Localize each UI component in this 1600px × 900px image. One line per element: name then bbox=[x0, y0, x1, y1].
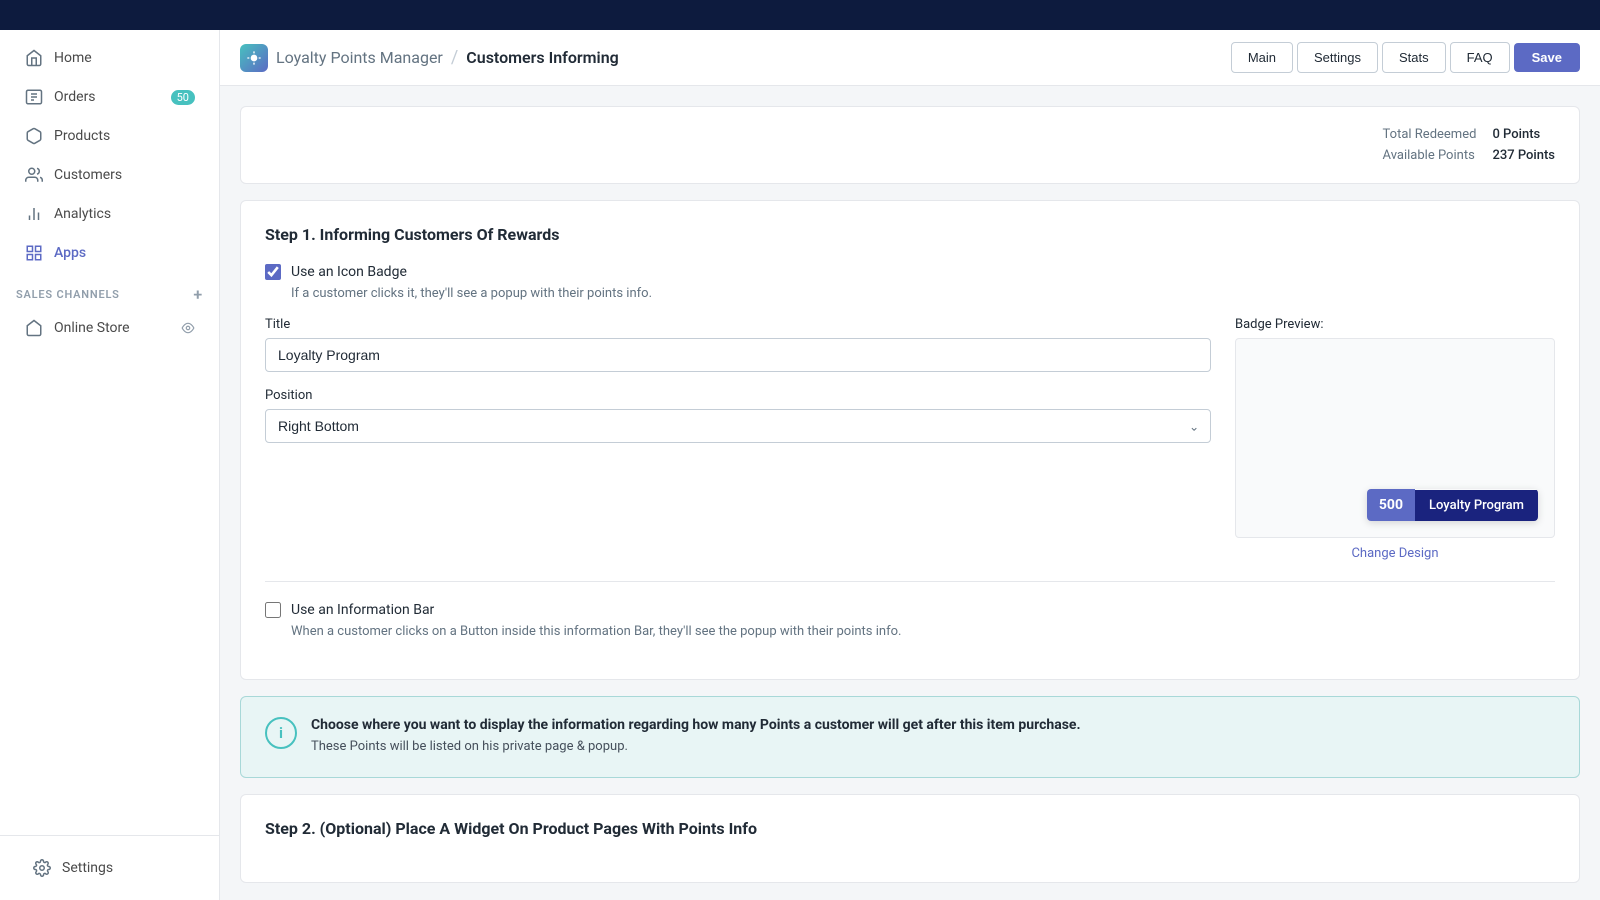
apps-icon bbox=[24, 243, 44, 263]
app-logo bbox=[240, 44, 268, 72]
sidebar-item-analytics[interactable]: Analytics bbox=[8, 195, 211, 233]
page-title: Customers Informing bbox=[466, 48, 618, 67]
online-store-eye-icon bbox=[181, 321, 195, 335]
customers-icon bbox=[24, 165, 44, 185]
sales-channels-header: SALES CHANNELS + bbox=[0, 273, 219, 308]
app-name: Loyalty Points Manager bbox=[276, 48, 443, 67]
settings-icon bbox=[32, 858, 52, 878]
sidebar-item-label-orders: Orders bbox=[54, 89, 96, 105]
badge-preview-label: Badge Preview: bbox=[1235, 317, 1555, 332]
position-label: Position bbox=[265, 388, 1211, 403]
info-bar-row: Use an Information Bar bbox=[265, 602, 1555, 618]
title-group: Title bbox=[265, 317, 1211, 372]
sidebar-item-settings[interactable]: Settings bbox=[16, 849, 203, 887]
sidebar-item-label-customers: Customers bbox=[54, 167, 122, 183]
orders-icon bbox=[24, 87, 44, 107]
sidebar-item-label-apps: Apps bbox=[54, 245, 86, 261]
home-icon bbox=[24, 48, 44, 68]
sidebar-item-orders[interactable]: Orders 50 bbox=[8, 78, 211, 116]
step2-card: Step 2. (Optional) Place A Widget On Pro… bbox=[240, 794, 1580, 883]
divider bbox=[265, 581, 1555, 582]
online-store-icon bbox=[24, 318, 44, 338]
title-label: Title bbox=[265, 317, 1211, 332]
badge-count: 500 bbox=[1367, 489, 1415, 521]
sidebar-footer: Settings bbox=[0, 835, 219, 900]
icon-badge-checkbox[interactable] bbox=[265, 264, 281, 280]
top-bar bbox=[0, 0, 1600, 30]
info-icon: i bbox=[265, 717, 297, 749]
info-main-text: Choose where you want to display the inf… bbox=[311, 717, 1081, 733]
sidebar-item-label-settings: Settings bbox=[62, 860, 113, 876]
info-text: Choose where you want to display the inf… bbox=[311, 717, 1081, 757]
badge-text: Loyalty Program bbox=[1415, 490, 1538, 521]
step2-title: Step 2. (Optional) Place A Widget On Pro… bbox=[265, 819, 1555, 838]
available-points-label: Available Points bbox=[1383, 148, 1477, 163]
sidebar: Home Orders 50 bbox=[0, 30, 220, 900]
sidebar-item-online-store[interactable]: Online Store bbox=[8, 309, 211, 347]
badge-widget: 500 Loyalty Program bbox=[1367, 489, 1538, 521]
info-bar-hint: When a customer clicks on a Button insid… bbox=[291, 624, 1555, 639]
position-select-wrapper: Right Bottom Left Bottom Right Top Left … bbox=[265, 409, 1211, 443]
app-header: Loyalty Points Manager / Customers Infor… bbox=[220, 30, 1600, 86]
total-redeemed-label: Total Redeemed bbox=[1383, 127, 1477, 142]
sidebar-item-home[interactable]: Home bbox=[8, 39, 211, 77]
info-sub-text: These Points will be listed on his priva… bbox=[311, 737, 1081, 757]
points-summary-inner: Total Redeemed 0 Points Available Points… bbox=[1383, 127, 1555, 163]
orders-badge: 50 bbox=[171, 90, 195, 105]
sidebar-item-label-home: Home bbox=[54, 50, 92, 66]
content-area: Total Redeemed 0 Points Available Points… bbox=[220, 86, 1600, 900]
tab-faq[interactable]: FAQ bbox=[1450, 42, 1510, 73]
points-summary-card: Total Redeemed 0 Points Available Points… bbox=[240, 106, 1580, 184]
available-points-value: 237 Points bbox=[1492, 148, 1555, 163]
title-input[interactable] bbox=[265, 338, 1211, 372]
info-banner: i Choose where you want to display the i… bbox=[240, 696, 1580, 778]
step1-title: Step 1. Informing Customers Of Rewards bbox=[265, 225, 1555, 244]
sidebar-item-customers[interactable]: Customers bbox=[8, 156, 211, 194]
sales-channels-label: SALES CHANNELS bbox=[16, 288, 120, 301]
tab-stats[interactable]: Stats bbox=[1382, 42, 1446, 73]
tab-main[interactable]: Main bbox=[1231, 42, 1293, 73]
change-design-link[interactable]: Change Design bbox=[1235, 546, 1555, 561]
products-icon bbox=[24, 126, 44, 146]
total-redeemed-value: 0 Points bbox=[1492, 127, 1555, 142]
badge-preview-section: Badge Preview: 500 Loyalty Program Chang… bbox=[1235, 317, 1555, 561]
sidebar-item-label-analytics: Analytics bbox=[54, 206, 111, 222]
info-bar-checkbox[interactable] bbox=[265, 602, 281, 618]
main-content: Loyalty Points Manager / Customers Infor… bbox=[220, 30, 1600, 900]
badge-preview-box: 500 Loyalty Program bbox=[1235, 338, 1555, 538]
app-header-left: Loyalty Points Manager / Customers Infor… bbox=[240, 44, 619, 72]
position-select[interactable]: Right Bottom Left Bottom Right Top Left … bbox=[265, 409, 1211, 443]
sidebar-item-apps[interactable]: Apps bbox=[8, 234, 211, 272]
position-group: Position Right Bottom Left Bottom Right … bbox=[265, 388, 1211, 443]
step1-card: Step 1. Informing Customers Of Rewards U… bbox=[240, 200, 1580, 680]
info-bar-label[interactable]: Use an Information Bar bbox=[291, 602, 434, 618]
breadcrumb-separator: / bbox=[451, 47, 458, 68]
badge-form: Title Position Right Bottom Left Bottom … bbox=[265, 317, 1211, 561]
icon-badge-label[interactable]: Use an Icon Badge bbox=[291, 264, 407, 280]
app-header-tabs: Main Settings Stats FAQ Save bbox=[1231, 42, 1580, 73]
badge-config: Title Position Right Bottom Left Bottom … bbox=[265, 317, 1555, 561]
tab-settings[interactable]: Settings bbox=[1297, 42, 1378, 73]
icon-badge-row: Use an Icon Badge bbox=[265, 264, 1555, 280]
sidebar-item-products[interactable]: Products bbox=[8, 117, 211, 155]
analytics-icon bbox=[24, 204, 44, 224]
sidebar-nav: Home Orders 50 bbox=[0, 30, 219, 835]
icon-badge-hint: If a customer clicks it, they'll see a p… bbox=[291, 286, 1555, 301]
sidebar-item-label-products: Products bbox=[54, 128, 110, 144]
save-button[interactable]: Save bbox=[1514, 43, 1580, 72]
sidebar-item-label-online-store: Online Store bbox=[54, 320, 130, 336]
sales-channels-add-btn[interactable]: + bbox=[193, 285, 203, 304]
